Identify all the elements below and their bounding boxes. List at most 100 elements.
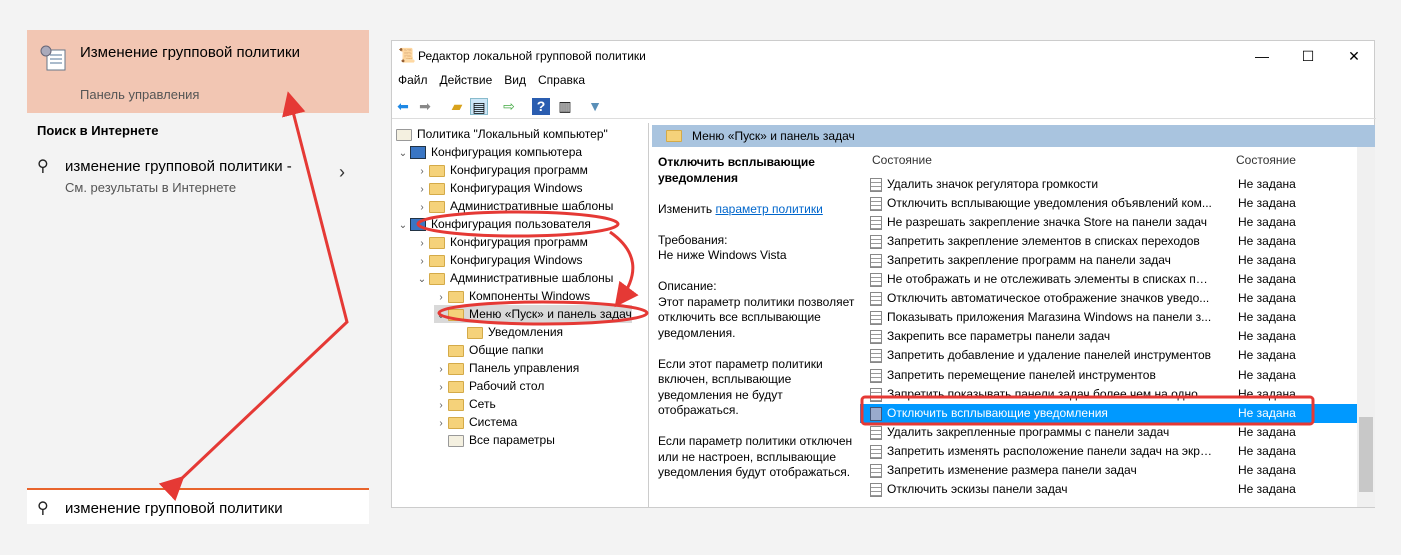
tree-item-label: Панель управления (469, 361, 580, 375)
column-header-state[interactable]: Состояние (1236, 153, 1296, 167)
policy-row[interactable]: Не разрешать закрепление значка Store на… (860, 213, 1357, 232)
tree-item[interactable]: ⌄ Конфигурация пользователя (396, 215, 591, 233)
policy-name: Удалить значок регулятора громкости (887, 177, 1099, 191)
tree-item[interactable]: › Панель управления (434, 359, 579, 377)
forward-icon[interactable]: ➡ (416, 98, 434, 115)
policy-row[interactable]: Запретить перемещение панелей инструмент… (860, 366, 1357, 385)
policy-name: Отключить эскизы панели задач (887, 481, 1068, 496)
policy-name: Удалить закрепленные программы с панели … (887, 424, 1170, 439)
policy-state: Не задана (1238, 405, 1296, 420)
policy-icon (870, 425, 882, 440)
policy-row[interactable]: Отключить эскизы панели задач Не задана (860, 480, 1357, 499)
web-search-heading: Поиск в Интернете (37, 123, 159, 138)
category-header: Меню «Пуск» и панель задач (652, 125, 1375, 147)
search-box[interactable]: ⚲ изменение групповой политики (27, 488, 369, 524)
policy-state: Не задана (1238, 291, 1296, 306)
folder-icon (429, 200, 445, 213)
policy-row[interactable]: Не отображать и не отслеживать элементы … (860, 270, 1357, 289)
tree-item[interactable]: › Сеть (434, 395, 495, 413)
policy-icon (870, 254, 882, 269)
scrollbar-thumb[interactable] (1359, 417, 1373, 492)
requirements-value: Не ниже Windows Vista (658, 248, 787, 262)
tree-item[interactable]: ⌄ Меню «Пуск» и панель задач (434, 305, 632, 323)
best-match-title: Изменение групповой политики (80, 44, 300, 61)
menu-action[interactable]: Действие (440, 73, 493, 87)
policy-row[interactable]: Отключить всплывающие уведомления объявл… (860, 194, 1357, 213)
folder-icon (448, 290, 464, 303)
policy-row[interactable]: Отключить всплывающие уведомления Не зада… (860, 403, 1357, 423)
tree-item[interactable]: › Компоненты Windows (434, 287, 590, 305)
policy-state: Не задана (1238, 177, 1296, 191)
policy-row[interactable]: Отключить автоматическое отображение зна… (860, 289, 1357, 308)
show-hide-tree-icon[interactable]: ▤ (470, 98, 488, 115)
tree-item[interactable]: › Административные шаблоны (415, 197, 613, 215)
tree-item[interactable]: › Конфигурация программ (415, 161, 588, 179)
tree-item[interactable]: Все параметры (434, 431, 555, 449)
vertical-scrollbar[interactable] (1357, 147, 1375, 507)
expand-toggle-icon[interactable]: ⌄ (396, 217, 410, 235)
requirements-label: Требования: (658, 232, 728, 247)
policy-row[interactable]: Запретить закрепление программ на панели… (860, 251, 1357, 270)
policy-icon (870, 349, 882, 364)
policy-row[interactable]: Закрепить все параметры панели задач Не з… (860, 327, 1357, 346)
menu-file[interactable]: Файл (398, 73, 428, 87)
filter-icon[interactable]: ▼ (586, 98, 604, 115)
scroll-doc-icon: 📜 (398, 47, 416, 63)
expand-toggle-icon[interactable]: ⌄ (415, 271, 429, 289)
policy-row[interactable]: Запретить добавление и удаление панелей … (860, 346, 1357, 365)
show-action-pane-icon[interactable]: ▥ (556, 98, 574, 115)
menu-view[interactable]: Вид (504, 73, 526, 87)
tree-item[interactable]: Уведомления (453, 323, 563, 341)
description-p3: Если параметр политики отключен или не н… (658, 434, 853, 479)
search-input[interactable]: изменение групповой политики (65, 500, 283, 517)
tree-item[interactable]: › Конфигурация Windows (415, 179, 582, 197)
expand-toggle-icon[interactable]: ⌄ (434, 307, 448, 325)
description-p2: Если этот параметр политики включен, всп… (658, 356, 823, 418)
expand-toggle-icon[interactable]: ⌄ (396, 145, 410, 163)
tree-item[interactable]: › Рабочий стол (434, 377, 544, 395)
policy-row[interactable]: Запретить показывать панели задач более … (860, 385, 1357, 404)
category-title: Меню «Пуск» и панель задач (692, 129, 855, 143)
policy-state: Не задана (1238, 272, 1296, 287)
tree-item-label: Система (469, 415, 518, 429)
edit-prefix: Изменить (658, 201, 713, 216)
tree-item[interactable]: Политика "Локальный компьютер" (396, 125, 608, 143)
policy-row[interactable]: Показывать приложения Магазина Windows н… (860, 308, 1357, 327)
chevron-right-icon[interactable]: › (339, 162, 345, 183)
tree-item[interactable]: ⌄ Конфигурация компьютера (396, 143, 582, 161)
export-list-icon[interactable]: ⇨ (500, 98, 518, 115)
policy-icon (870, 482, 882, 497)
back-icon[interactable]: ⬅ (394, 98, 412, 115)
tree-item[interactable]: › Конфигурация Windows (415, 251, 582, 269)
computer-icon (410, 218, 426, 232)
minimize-button[interactable]: — (1242, 45, 1282, 67)
policy-icon (870, 330, 882, 345)
policy-row[interactable]: Удалить закрепленные программы с панели … (860, 423, 1357, 442)
tree-item-label: Рабочий стол (469, 379, 545, 393)
menu-help[interactable]: Справка (538, 73, 585, 87)
policy-state: Не задана (1238, 386, 1296, 401)
tree-item[interactable]: Общие папки (434, 341, 543, 359)
tree-item[interactable]: › Конфигурация программ (415, 233, 588, 251)
maximize-button[interactable]: ☐ (1288, 45, 1328, 67)
policy-row[interactable]: Запретить изменять расположение панели з… (860, 442, 1357, 461)
close-button[interactable]: ✕ (1334, 45, 1374, 67)
tree-item-label: Конфигурация программ (450, 235, 588, 249)
policy-state: Не задана (1238, 196, 1296, 211)
help-icon[interactable]: ? (532, 98, 550, 115)
policy-icon (870, 444, 882, 459)
folder-icon (448, 308, 464, 321)
web-search-result[interactable]: ⚲ изменение групповой политики - См. рез… (27, 150, 369, 198)
up-folder-icon[interactable]: ▰ (448, 98, 466, 115)
best-match-result[interactable]: Изменение групповой политики Панель упра… (27, 30, 369, 113)
tree-item[interactable]: › Система (434, 413, 517, 431)
policy-row[interactable]: Запретить закрепление элементов в списка… (860, 232, 1357, 251)
column-header-setting[interactable]: Состояние (872, 153, 932, 167)
tree-item-label: Все параметры (469, 433, 555, 447)
folder-icon (666, 130, 682, 142)
policy-row[interactable]: Удалить значок регулятора громкости Не за… (860, 175, 1357, 194)
tree-item[interactable]: ⌄ Административные шаблоны (415, 269, 614, 289)
policy-name: Показывать приложения Магазина Windows н… (887, 310, 1212, 325)
edit-policy-link[interactable]: параметр политики (715, 202, 822, 216)
policy-row[interactable]: Запретить изменение размера панели задач… (860, 461, 1357, 480)
